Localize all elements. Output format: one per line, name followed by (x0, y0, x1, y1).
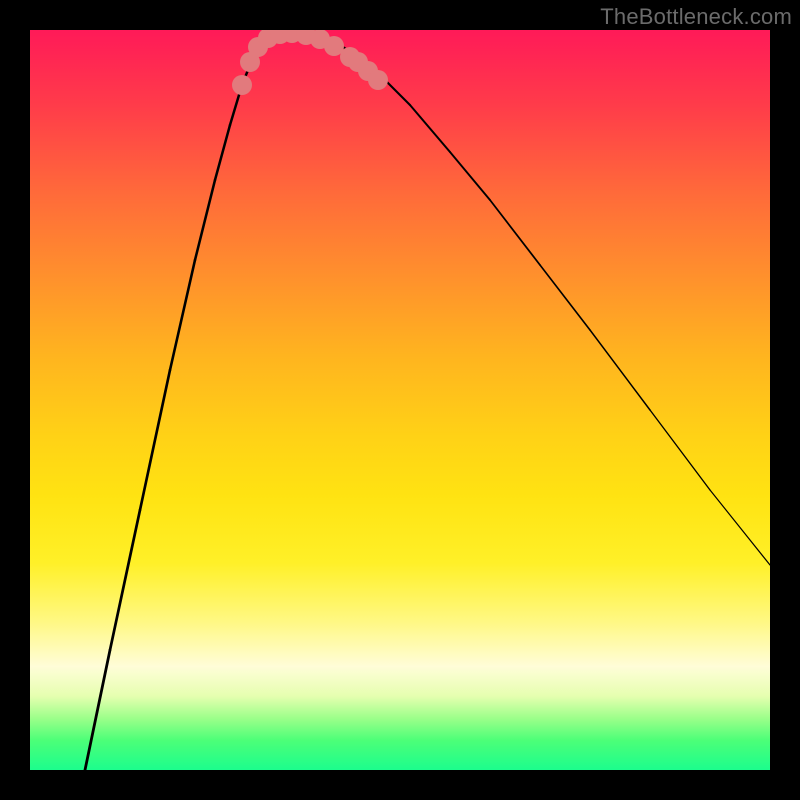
plot-area (30, 30, 770, 770)
curve-segment (195, 180, 215, 260)
curve-segment (590, 330, 650, 410)
curve-marker (368, 70, 388, 90)
watermark-text: TheBottleneck.com (600, 4, 792, 30)
curve-segment (110, 510, 140, 650)
curve-segment (650, 410, 710, 490)
curve-segment (170, 260, 195, 370)
curve-marker (232, 75, 252, 95)
bottleneck-curve (85, 32, 770, 770)
bottleneck-curve-svg (30, 30, 770, 770)
curve-segment (490, 200, 540, 265)
chart-frame: TheBottleneck.com (0, 0, 800, 800)
curve-markers (232, 30, 388, 95)
curve-segment (540, 265, 590, 330)
curve-segment (450, 152, 490, 200)
curve-segment (140, 370, 170, 510)
curve-segment (410, 105, 450, 152)
curve-segment (85, 650, 110, 770)
curve-segment (215, 125, 230, 180)
curve-segment (710, 490, 770, 565)
